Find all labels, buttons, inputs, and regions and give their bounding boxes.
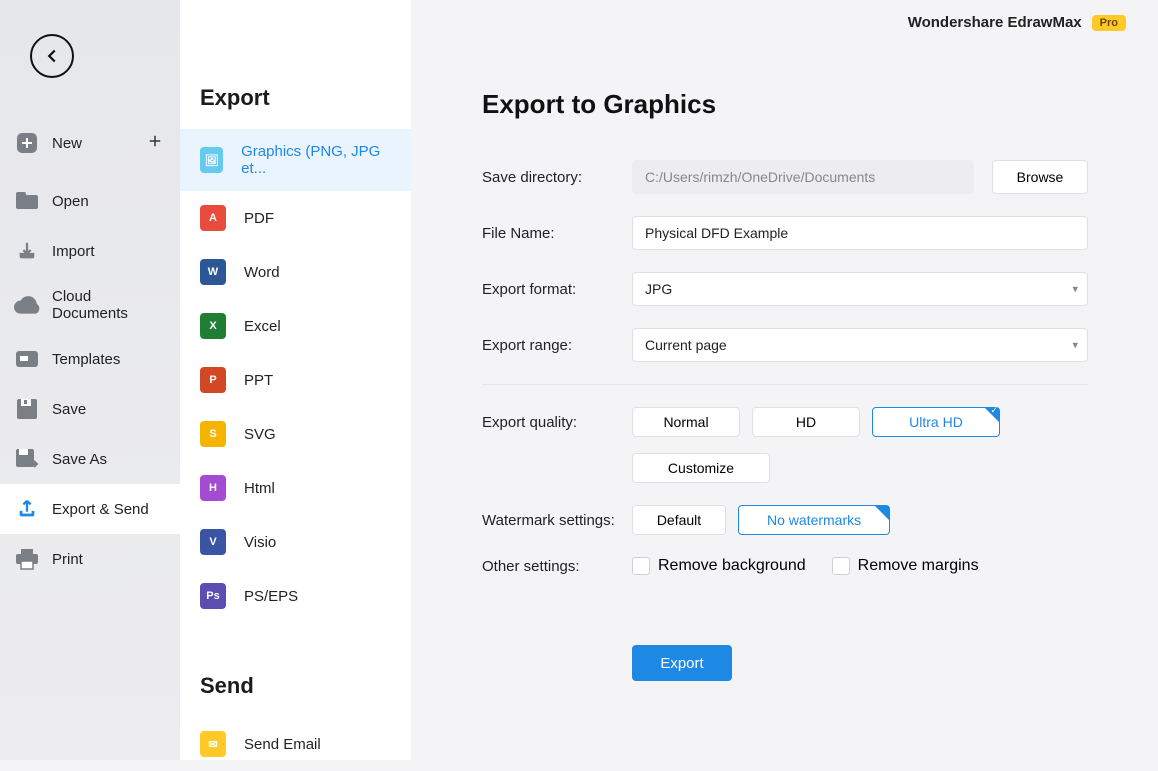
watermark-default-button[interactable]: Default (632, 505, 726, 535)
export-item-label: SVG (244, 426, 276, 443)
export-type-word[interactable]: W Word (180, 245, 411, 299)
cloud-icon (14, 292, 40, 318)
remove-margins-checkbox[interactable]: Remove margins (832, 557, 979, 575)
filename-input[interactable] (632, 216, 1088, 250)
save-directory-input[interactable] (632, 160, 974, 194)
quality-customize-button[interactable]: Customize (632, 453, 770, 483)
nav-item-saveas[interactable]: Save As (0, 434, 180, 484)
quality-normal-button[interactable]: Normal (632, 407, 740, 437)
html-file-icon: H (200, 475, 226, 501)
label-filename: File Name: (482, 225, 632, 242)
nav-label: Save (52, 401, 86, 418)
nav-label: Save As (52, 451, 107, 468)
back-button[interactable] (30, 34, 74, 78)
export-item-label: Excel (244, 318, 281, 335)
divider (482, 384, 1088, 385)
page-title: Export to Graphics (482, 89, 1088, 120)
label-format: Export format: (482, 281, 632, 298)
quality-ultrahd-button[interactable]: Ultra HD (872, 407, 1000, 437)
browse-button[interactable]: Browse (992, 160, 1088, 194)
pro-badge: Pro (1092, 15, 1126, 31)
export-button[interactable]: Export (632, 645, 732, 681)
word-file-icon: W (200, 259, 226, 285)
ps-file-icon: Ps (200, 583, 226, 609)
checkbox-label: Remove background (658, 557, 806, 575)
image-file-icon: 🖼 (200, 147, 223, 173)
nav-label: Cloud Documents (52, 288, 166, 322)
ppt-file-icon: P (200, 367, 226, 393)
save-icon (14, 396, 40, 422)
export-type-html[interactable]: H Html (180, 461, 411, 515)
export-item-label: PDF (244, 210, 274, 227)
export-item-label: PS/EPS (244, 588, 298, 605)
print-icon (14, 546, 40, 572)
app-header: Wondershare EdrawMax Pro (412, 0, 1158, 45)
label-range: Export range: (482, 337, 632, 354)
label-save-directory: Save directory: (482, 169, 632, 186)
export-item-label: PPT (244, 372, 273, 389)
export-type-graphics[interactable]: 🖼 Graphics (PNG, JPG et... (180, 129, 411, 191)
label-watermark: Watermark settings: (482, 512, 632, 529)
nav-item-open[interactable]: Open (0, 176, 180, 226)
email-icon: ✉ (200, 731, 226, 757)
visio-file-icon: V (200, 529, 226, 555)
arrow-left-icon (41, 45, 63, 67)
format-select[interactable]: JPG (632, 272, 1088, 306)
folder-icon (14, 188, 40, 214)
import-icon (14, 238, 40, 264)
send-email[interactable]: ✉ Send Email (180, 717, 411, 771)
export-item-label: Visio (244, 534, 276, 551)
main-panel: Wondershare EdrawMax Pro Export to Graph… (412, 0, 1158, 760)
nav-item-templates[interactable]: Templates (0, 334, 180, 384)
pdf-file-icon: A (200, 205, 226, 231)
svg-file-icon: S (200, 421, 226, 447)
nav-item-export-send[interactable]: Export & Send (0, 484, 180, 534)
brand-text: Wondershare EdrawMax (908, 14, 1082, 31)
export-item-label: Word (244, 264, 280, 281)
export-item-label: Send Email (244, 736, 321, 753)
nav-item-save[interactable]: Save (0, 384, 180, 434)
nav-label: Print (52, 551, 83, 568)
quality-hd-button[interactable]: HD (752, 407, 860, 437)
nav-item-new[interactable]: New (0, 118, 180, 168)
export-icon (14, 496, 40, 522)
remove-background-checkbox[interactable]: Remove background (632, 557, 806, 575)
plus-icon[interactable] (146, 132, 164, 154)
watermark-none-button[interactable]: No watermarks (738, 505, 890, 535)
checkbox-icon (832, 557, 850, 575)
range-select[interactable]: Current page (632, 328, 1088, 362)
left-nav: New Open Import Cloud Documents Template… (0, 0, 180, 760)
export-type-excel[interactable]: X Excel (180, 299, 411, 353)
export-type-pseps[interactable]: Ps PS/EPS (180, 569, 411, 623)
excel-file-icon: X (200, 313, 226, 339)
checkbox-icon (632, 557, 650, 575)
saveas-icon (14, 446, 40, 472)
export-item-label: Html (244, 480, 275, 497)
export-type-svg[interactable]: S SVG (180, 407, 411, 461)
nav-item-cloud[interactable]: Cloud Documents (0, 276, 180, 334)
export-heading: Export (180, 0, 411, 129)
export-type-panel: Export 🖼 Graphics (PNG, JPG et... A PDF … (180, 0, 412, 760)
label-quality: Export quality: (482, 414, 632, 431)
plus-square-icon (14, 130, 40, 156)
nav-label: Export & Send (52, 501, 149, 518)
send-heading: Send (180, 623, 411, 717)
export-item-label: Graphics (PNG, JPG et... (241, 143, 391, 177)
nav-label: Open (52, 193, 89, 210)
checkbox-label: Remove margins (858, 557, 979, 575)
nav-label: Import (52, 243, 95, 260)
label-other: Other settings: (482, 558, 632, 575)
nav-item-import[interactable]: Import (0, 226, 180, 276)
templates-icon (14, 346, 40, 372)
nav-item-print[interactable]: Print (0, 534, 180, 584)
export-type-visio[interactable]: V Visio (180, 515, 411, 569)
export-form: Export to Graphics Save directory: Brows… (412, 45, 1158, 681)
nav-label: Templates (52, 351, 120, 368)
export-type-pdf[interactable]: A PDF (180, 191, 411, 245)
export-type-ppt[interactable]: P PPT (180, 353, 411, 407)
nav-label: New (52, 135, 82, 152)
